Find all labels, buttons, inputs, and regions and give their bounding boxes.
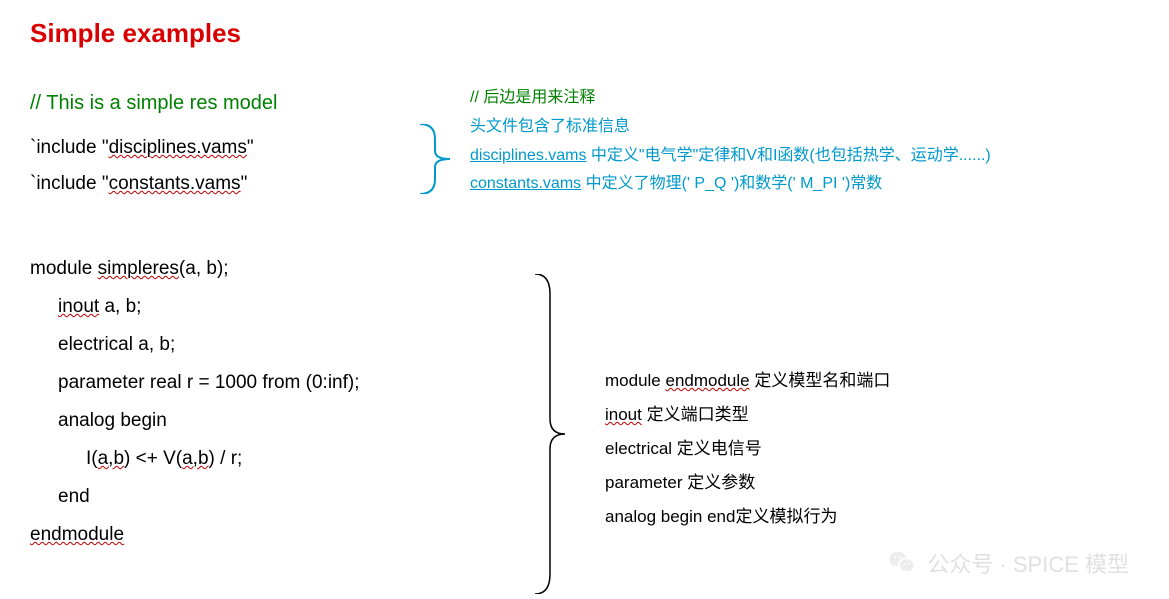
- inout-rest: a, b;: [99, 296, 141, 317]
- body-end: ) / r;: [209, 448, 243, 469]
- parameter-line: parameter real r = 1000 from (0:inf);: [30, 364, 425, 402]
- watermark-text: 公众号 · SPICE 模型: [927, 547, 1129, 579]
- include-line-1: `include "disciplines.vams": [30, 130, 425, 166]
- module-name: simpleres: [98, 258, 179, 279]
- body-ab2: a,b: [182, 448, 208, 469]
- include-suffix: ": [247, 137, 254, 158]
- page-title: Simple examples: [30, 18, 1139, 49]
- note2-module: module: [605, 371, 665, 390]
- include-line-2: `include "constants.vams": [30, 166, 425, 202]
- body-mid: ) <+ V(: [124, 448, 182, 469]
- note2-line1-rest: 定义模型名和端口: [750, 371, 891, 390]
- electrical-line: electrical a, b;: [30, 326, 425, 364]
- code-comment: // This is a simple res model: [30, 84, 425, 122]
- wechat-icon: [887, 548, 917, 578]
- note1-line1: // 后边是用来注释: [470, 84, 991, 113]
- note2-line3: electrical 定义电信号: [605, 432, 890, 466]
- note1-line2: 头文件包含了标准信息: [470, 113, 991, 142]
- note1-line4-rest: 中定义了物理(' P_Q ')和数学(' M_PI ')常数: [581, 175, 882, 192]
- include-block: `include "disciplines.vams" `include "co…: [30, 130, 425, 202]
- body-ab1: a,b: [98, 448, 124, 469]
- bracket-icon-2: [530, 274, 570, 594]
- body-I: I(: [86, 448, 98, 469]
- note1-disciplines: disciplines.vams: [470, 147, 586, 164]
- notes-block-1: // 后边是用来注释 头文件包含了标准信息 disciplines.vams 中…: [470, 84, 991, 199]
- include-prefix: `include ": [30, 173, 109, 194]
- note2-line2: inout 定义端口类型: [605, 398, 890, 432]
- bracket-icon-1: [415, 124, 455, 194]
- module-block: module simpleres(a, b); inout a, b; elec…: [30, 250, 425, 554]
- endmodule-line: endmodule: [30, 516, 425, 554]
- note1-constants: constants.vams: [470, 175, 581, 192]
- include-suffix: ": [241, 173, 248, 194]
- code-column: // This is a simple res model `include "…: [30, 84, 425, 554]
- end-line: end: [30, 478, 425, 516]
- note2-line1: module endmodule 定义模型名和端口: [605, 364, 890, 398]
- module-line: module simpleres(a, b);: [30, 250, 425, 288]
- module-keyword: module: [30, 258, 98, 279]
- content-area: // This is a simple res model `include "…: [30, 84, 1139, 554]
- note2-line2-rest: 定义端口类型: [642, 405, 749, 424]
- inout-keyword: inout: [58, 296, 99, 317]
- note2-inout: inout: [605, 405, 642, 424]
- note2-line4: parameter 定义参数: [605, 466, 890, 500]
- note1-line4: constants.vams 中定义了物理(' P_Q ')和数学(' M_PI…: [470, 170, 991, 199]
- inout-line: inout a, b;: [30, 288, 425, 326]
- include-file-1: disciplines.vams: [109, 137, 247, 158]
- module-args: (a, b);: [179, 258, 229, 279]
- note1-line3-rest: 中定义"电气学"定律和V和I函数(也包括热学、运动学......): [586, 147, 990, 164]
- include-file-2: constants.vams: [109, 173, 241, 194]
- watermark: 公众号 · SPICE 模型: [887, 547, 1129, 579]
- analog-begin-line: analog begin: [30, 402, 425, 440]
- note2-line5: analog begin end定义模拟行为: [605, 500, 890, 534]
- include-prefix: `include ": [30, 137, 109, 158]
- note1-line3: disciplines.vams 中定义"电气学"定律和V和I函数(也包括热学、…: [470, 142, 991, 171]
- note2-endmodule: endmodule: [665, 371, 749, 390]
- endmodule-keyword: endmodule: [30, 524, 124, 545]
- notes-block-2: module endmodule 定义模型名和端口 inout 定义端口类型 e…: [605, 364, 890, 534]
- analog-body-line: I(a,b) <+ V(a,b) / r;: [30, 440, 425, 478]
